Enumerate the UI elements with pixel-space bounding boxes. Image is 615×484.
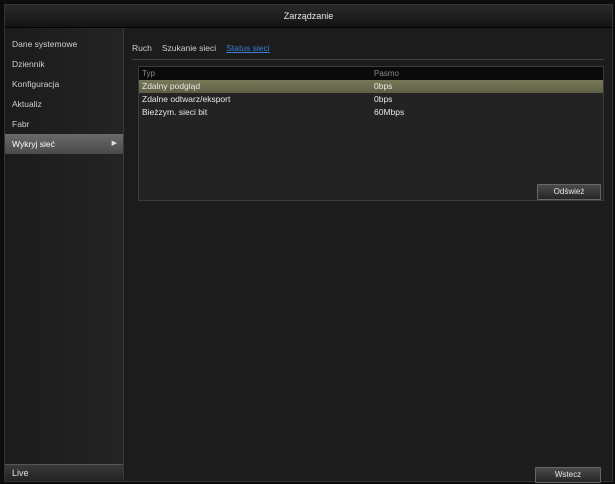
cell-type: Bieżzym. sieci bit — [142, 107, 208, 117]
management-window: Zarządzanie Dane systemowe Dziennik Konf… — [4, 4, 613, 483]
tab-divider — [132, 59, 604, 60]
table-row[interactable]: Zdalne odtwarz/eksport 0bps — [139, 93, 603, 106]
sidebar-item-net-detect[interactable]: Wykryj sieć ▶ — [5, 134, 123, 154]
refresh-button[interactable]: Odśwież — [537, 184, 601, 200]
sidebar-item-label: Dziennik — [12, 59, 45, 69]
tab-network-search[interactable]: Szukanie sieci — [162, 43, 216, 57]
chevron-right-icon: ▶ — [111, 140, 117, 147]
main-panel: Ruch Szukanie sieci Status sieci Typ Pas… — [124, 28, 612, 483]
sidebar-item-label: Aktualiz — [12, 99, 42, 109]
network-status-table: Typ Pasmo Zdalny podgląd 0bps Zdalne odt… — [138, 66, 604, 201]
live-button[interactable]: Live — [5, 464, 123, 481]
tab-bar: Ruch Szukanie sieci Status sieci — [132, 43, 270, 57]
sidebar-item-label: Wykryj sieć — [12, 139, 55, 149]
cell-type: Zdalny podgląd — [142, 81, 201, 91]
sidebar: Dane systemowe Dziennik Konfiguracja Akt… — [5, 28, 124, 481]
column-header-bandwidth: Pasmo — [374, 69, 399, 78]
table-header: Typ Pasmo — [139, 67, 603, 80]
sidebar-item-label: Konfiguracja — [12, 79, 60, 89]
tab-network-status[interactable]: Status sieci — [226, 43, 269, 57]
sidebar-item-factory[interactable]: Fabr — [5, 114, 123, 134]
sidebar-item-configuration[interactable]: Konfiguracja — [5, 74, 123, 94]
cell-bandwidth: 0bps — [374, 94, 393, 104]
window-title: Zarządzanie — [5, 5, 612, 28]
sidebar-item-label: Dane systemowe — [12, 39, 78, 49]
sidebar-item-update[interactable]: Aktualiz — [5, 94, 123, 114]
table-row[interactable]: Zdalny podgląd 0bps — [139, 80, 603, 93]
cell-bandwidth: 0bps — [374, 81, 393, 91]
cell-bandwidth: 60Mbps — [374, 107, 405, 117]
tab-traffic[interactable]: Ruch — [132, 43, 152, 57]
sidebar-item-system-info[interactable]: Dane systemowe — [5, 34, 123, 54]
sidebar-item-log[interactable]: Dziennik — [5, 54, 123, 74]
table-row[interactable]: Bieżzym. sieci bit 60Mbps — [139, 106, 603, 119]
back-button[interactable]: Wstecz — [535, 467, 601, 483]
column-header-type: Typ — [142, 69, 155, 78]
cell-type: Zdalne odtwarz/eksport — [142, 94, 231, 104]
sidebar-item-label: Fabr — [12, 119, 30, 129]
